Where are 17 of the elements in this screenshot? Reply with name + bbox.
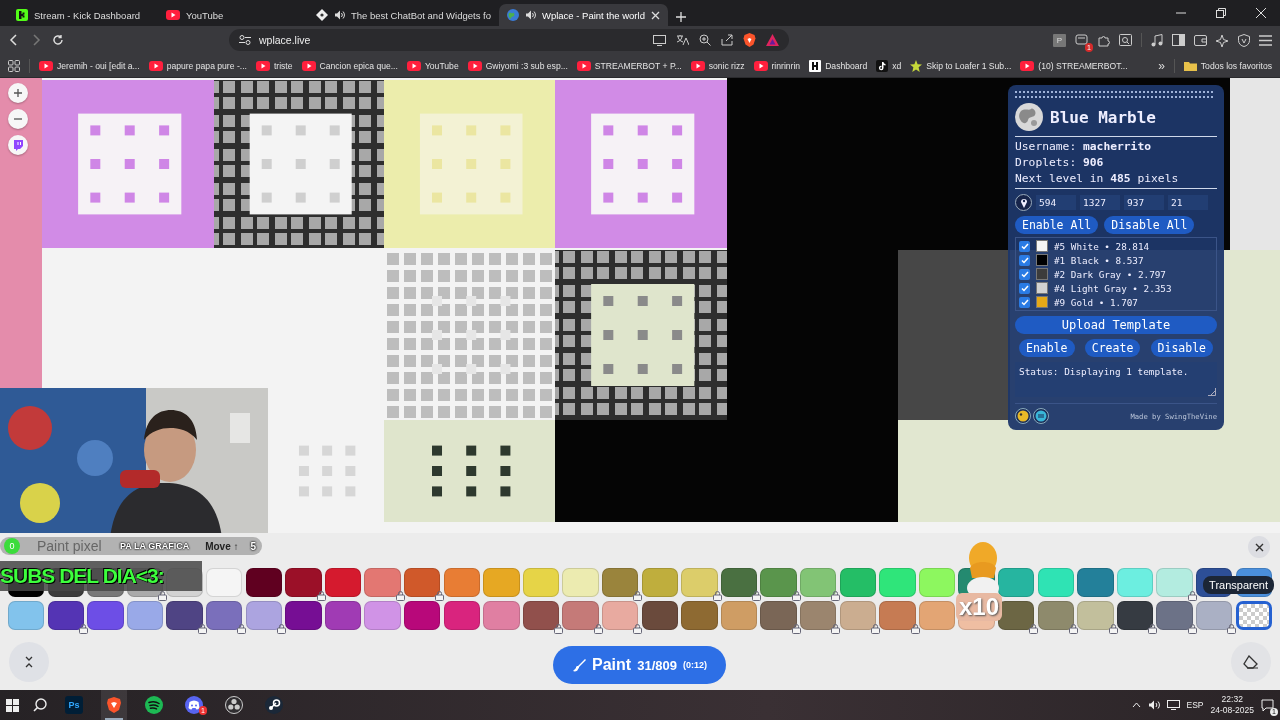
sticker-toast: x10 (956, 593, 1003, 621)
color-label: #5 White • 28.814 (1054, 240, 1150, 252)
droplets-text: Droplets: 906 (1015, 156, 1105, 169)
panel-title: Blue Marble (1050, 107, 1156, 127)
color-label: #9 Gold • 1.707 (1054, 296, 1138, 308)
color-label: #1 Black • 8.537 (1054, 254, 1144, 266)
panel-title: Paint pixel (37, 538, 102, 554)
counter-badge: 0 (4, 538, 20, 554)
tooltip: Transparent (1203, 576, 1274, 594)
status-text: Status: Displaying 1 template. (1019, 366, 1189, 377)
color-label: #2 Dark Gray • 2.797 (1054, 268, 1166, 280)
username-text: Username: macherrito (1015, 140, 1153, 153)
color-label: #4 Light Gray • 2.353 (1054, 282, 1172, 294)
overlay-number: 5 (250, 540, 256, 552)
next-level-text: Next level in 485 pixels (1015, 172, 1180, 185)
move-label: Move ↑ (205, 540, 239, 552)
subs-banner-toast: SUBS DEL DIA<3: (0, 561, 202, 591)
